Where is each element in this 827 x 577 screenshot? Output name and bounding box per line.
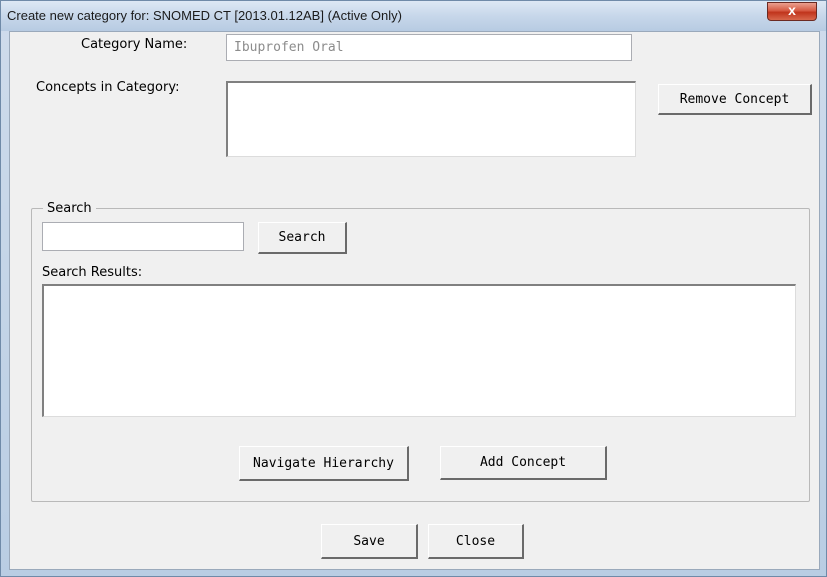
dialog-window: Create new category for: SNOMED CT [2013…	[0, 0, 827, 577]
search-input[interactable]	[43, 223, 243, 250]
title-bar[interactable]: Create new category for: SNOMED CT [2013…	[1, 1, 826, 31]
search-field[interactable]	[42, 222, 244, 251]
concepts-label: Concepts in Category:	[36, 80, 180, 95]
category-name-input[interactable]	[227, 35, 631, 60]
dialog-body: Category Name: Concepts in Category: Rem…	[9, 31, 820, 570]
add-concept-button[interactable]: Add Concept	[440, 446, 607, 480]
window-close-button[interactable]: x	[767, 2, 817, 21]
category-name-field[interactable]	[226, 34, 632, 61]
search-results-list[interactable]	[42, 284, 796, 417]
close-button[interactable]: Close	[428, 524, 524, 559]
remove-concept-button[interactable]: Remove Concept	[658, 84, 812, 115]
save-button[interactable]: Save	[321, 524, 418, 559]
search-results-label: Search Results:	[42, 265, 143, 280]
concepts-list[interactable]	[226, 81, 636, 157]
window-title: Create new category for: SNOMED CT [2013…	[7, 8, 402, 23]
search-button[interactable]: Search	[258, 222, 347, 254]
close-icon: x	[788, 2, 796, 18]
navigate-hierarchy-button[interactable]: Navigate Hierarchy	[239, 446, 409, 481]
search-group-label: Search	[43, 201, 96, 216]
category-name-label: Category Name:	[81, 37, 188, 52]
